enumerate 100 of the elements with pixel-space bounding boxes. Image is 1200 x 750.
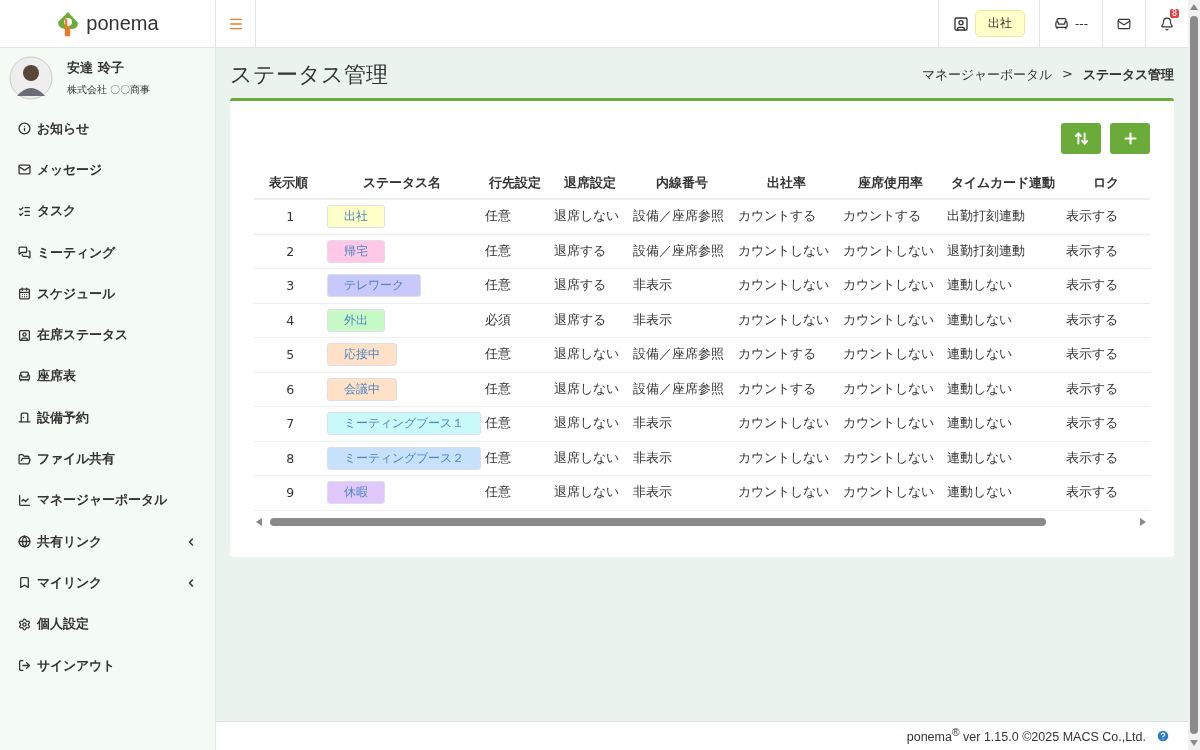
table-cell: 退勤打刻連動 (943, 234, 1063, 269)
table-cell: 設備／座席参照 (629, 337, 734, 372)
table-cell: 表示する (1062, 475, 1150, 510)
table-cell: 連動しない (943, 475, 1063, 510)
table-cell: 表示する (1062, 441, 1150, 476)
table-cell: 非表示 (629, 406, 734, 441)
table-cell: カウントしない (838, 337, 944, 372)
seat-label: --- (1075, 16, 1088, 31)
table-cell: カウントしない (838, 268, 944, 303)
table-cell: 退席する (549, 303, 630, 338)
chat-bubbles-icon (18, 246, 31, 260)
table-cell: 退席しない (549, 199, 630, 234)
table-cell: 任意 (480, 372, 550, 407)
logout-icon (18, 659, 31, 672)
table-cell: 7 (254, 406, 323, 441)
table-cell: 退席しない (549, 372, 630, 407)
sort-button[interactable] (1061, 123, 1101, 154)
door-icon (18, 411, 31, 425)
table-cell: 任意 (480, 406, 550, 441)
status-tag: 会議中 (326, 377, 397, 401)
add-button[interactable] (1110, 123, 1150, 154)
table-cell: 任意 (480, 234, 550, 269)
column-header: 内線番号 (629, 168, 734, 199)
footer-text: ponema$^{®}$ ver 1.15.0 ©2025 MACS Co.,Ltd. (906, 727, 1146, 745)
table-cell: カウントする (838, 199, 944, 234)
table-cell: 設備／座席参照 (629, 372, 734, 407)
page-title: ステータス管理 (230, 61, 388, 89)
column-header: 出社率 (733, 168, 839, 199)
person-board-icon (953, 15, 969, 32)
table-cell: カウントする (733, 337, 839, 372)
table-cell: 8 (254, 441, 323, 476)
column-header: 退席設定 (549, 168, 630, 199)
chair-icon (1054, 16, 1069, 31)
table-cell: 連動しない (943, 303, 1063, 338)
sidebar-item[interactable]: マイリンク (0, 562, 215, 604)
brand-name: ponema (86, 12, 159, 35)
sidebar-item[interactable]: マネージャーポータル (0, 479, 215, 521)
table-cell: 必須 (480, 303, 550, 338)
mail-icon (18, 163, 31, 177)
table-cell: カウントしない (733, 303, 839, 338)
bookmark-icon (18, 576, 31, 590)
status-tag: ミーティングブース２ (326, 446, 481, 470)
person-board-icon (18, 328, 31, 342)
sidebar-item[interactable]: サインアウト (0, 644, 215, 687)
table-cell: 連動しない (943, 372, 1063, 407)
breadcrumb-item[interactable]: マネージャーポータル (922, 66, 1053, 84)
sidebar-item[interactable]: ミーティング (0, 231, 215, 274)
table-cell: カウントしない (733, 475, 839, 510)
checklist-icon (18, 204, 31, 218)
status-badge[interactable]: 出社 (975, 10, 1025, 37)
settings-icon (18, 617, 31, 631)
info-icon (18, 122, 31, 136)
avatar (9, 56, 53, 100)
globe-icon (18, 535, 31, 549)
table-cell: 表示する (1062, 234, 1150, 269)
logo-icon (56, 10, 81, 37)
sidebar-item[interactable]: お知らせ (0, 108, 215, 150)
column-header: タイムカード連動 (943, 168, 1063, 199)
table-cell: 4 (254, 303, 323, 338)
table-cell: カウントしない (838, 406, 944, 441)
column-header: ステータス名 (322, 168, 481, 199)
table-cell: カウントしない (838, 303, 944, 338)
table-cell: 表示する (1062, 337, 1150, 372)
sidebar-item[interactable]: メッセージ (0, 149, 215, 191)
table-cell: カウントしない (838, 441, 944, 476)
table-cell: 非表示 (629, 268, 734, 303)
user-name: 安達 玲子 (67, 59, 125, 77)
sidebar-item[interactable]: 在席ステータス (0, 314, 215, 356)
table-cell: カウントしない (838, 475, 944, 510)
sidebar-item[interactable]: タスク (0, 190, 215, 232)
sidebar-item[interactable]: 個人設定 (0, 603, 215, 645)
sidebar-item[interactable]: 座席表 (0, 355, 215, 398)
table-cell: カウントしない (733, 406, 839, 441)
table-cell: 任意 (480, 475, 550, 510)
status-tag: 応接中 (326, 343, 397, 367)
table-cell: 退席しない (549, 475, 630, 510)
table-cell: 2 (254, 234, 323, 269)
status-tag: ミーティングブース１ (326, 412, 481, 436)
mail-icon[interactable] (1117, 16, 1131, 31)
sidebar-item[interactable]: 共有リンク (0, 520, 215, 563)
sidebar-item[interactable]: ファイル共有 (0, 438, 215, 480)
sidebar-item[interactable]: 設備予約 (0, 397, 215, 439)
folder-icon (18, 452, 31, 466)
table-cell: 連動しない (943, 268, 1063, 303)
table-cell: カウントする (733, 199, 839, 234)
sidebar-item[interactable]: スケジュール (0, 273, 215, 315)
table-cell: カウントしない (838, 372, 944, 407)
column-header: 表示順 (254, 168, 323, 199)
table-cell: 連動しない (943, 441, 1063, 476)
table-cell: 表示する (1062, 303, 1150, 338)
notification-icon[interactable] (1160, 16, 1174, 31)
help-icon[interactable] (1156, 729, 1170, 743)
table-cell: 任意 (480, 268, 550, 303)
table-cell: 5 (254, 337, 323, 372)
notification-count: 8 (1169, 9, 1179, 18)
table-cell: 3 (254, 268, 323, 303)
table-cell: 非表示 (629, 475, 734, 510)
plus-icon (1121, 130, 1139, 147)
line-chart-icon (18, 493, 31, 507)
table-cell: 連動しない (943, 406, 1063, 441)
